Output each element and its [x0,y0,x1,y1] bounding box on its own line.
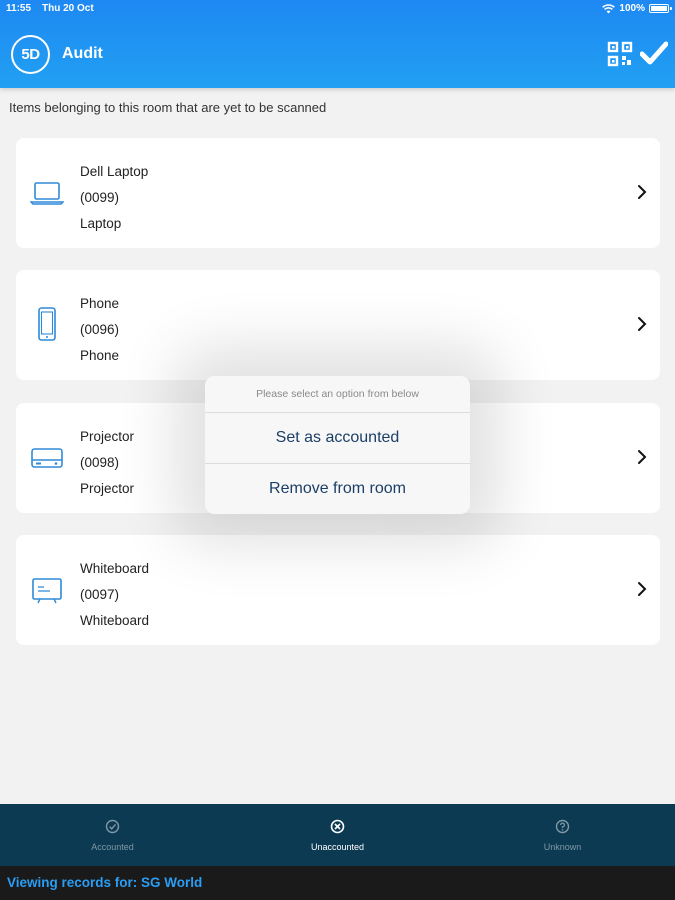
page-title: Audit [62,45,103,62]
item-type: Laptop [80,216,122,231]
item-name: Whiteboard [80,561,150,576]
item-name: Projector [80,429,135,444]
app-header: 11:55 Thu 20 Oct 100% 5D Audit [0,0,675,88]
tab-label: Unknown [543,842,582,852]
check-circle-icon [105,819,120,834]
item-code: (0099) [80,190,120,205]
tab-label: Unaccounted [310,842,365,852]
status-date: Thu 20 Oct [42,3,94,14]
status-bar: 11:55 Thu 20 Oct 100% [6,3,672,17]
wifi-icon [602,3,616,13]
laptop-icon [30,182,64,205]
viewing-records-footer: Viewing records for: SG World [0,866,675,900]
whiteboard-icon [32,578,62,604]
item-type: Whiteboard [80,613,150,628]
item-code: (0098) [80,455,120,470]
item-card-whiteboard[interactable]: Whiteboard (0097) Whiteboard [16,535,660,645]
item-name: Phone [80,296,120,311]
action-sheet: Please select an option from below Set a… [205,376,470,514]
status-time: 11:55 [6,3,32,14]
tab-unknown[interactable]: Unknown [450,804,675,866]
battery-percent: 100% [619,3,645,14]
chevron-right-icon [638,582,647,596]
battery-icon [649,4,672,13]
section-subtitle: Items belonging to this room that are ye… [9,100,327,115]
item-type: Phone [80,348,120,363]
chevron-right-icon [638,317,647,331]
item-type: Projector [80,481,135,496]
tab-label: Accounted [91,842,134,852]
x-circle-icon [330,819,345,834]
confirm-check-icon[interactable] [640,40,668,66]
status-right: 100% [602,3,672,14]
item-details: Dell Laptop (0099) Laptop [80,159,148,237]
app-logo: 5D [11,35,50,74]
bottom-tab-bar: Accounted Unaccounted Unknown [0,804,675,866]
item-details: Phone (0096) Phone [80,291,119,369]
question-circle-icon [555,819,570,834]
projector-icon [31,448,63,468]
item-card-phone[interactable]: Phone (0096) Phone [16,270,660,380]
chevron-right-icon [638,185,647,199]
tab-accounted[interactable]: Accounted [0,804,225,866]
action-sheet-prompt: Please select an option from below [205,376,470,413]
tab-unaccounted[interactable]: Unaccounted [225,804,450,866]
phone-icon [38,307,56,341]
item-code: (0096) [80,322,120,337]
item-details: Whiteboard (0097) Whiteboard [80,556,149,634]
remove-from-room-button[interactable]: Remove from room [205,463,470,513]
item-name: Dell Laptop [80,164,149,179]
qr-code-icon[interactable] [607,41,633,67]
item-card-laptop[interactable]: Dell Laptop (0099) Laptop [16,138,660,248]
item-code: (0097) [80,587,120,602]
set-as-accounted-button[interactable]: Set as accounted [205,413,470,463]
chevron-right-icon [638,450,647,464]
item-details: Projector (0098) Projector [80,424,134,502]
